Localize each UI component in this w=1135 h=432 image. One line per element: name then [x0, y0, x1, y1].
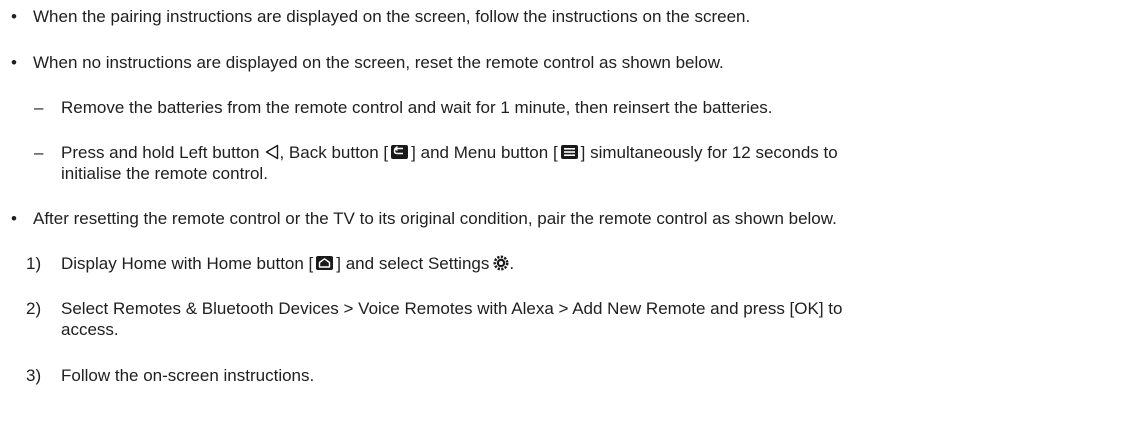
dash-text-press-hold-continued: initialise the remote control. — [61, 164, 268, 183]
bullet-text-no-instructions: When no instructions are displayed on th… — [33, 53, 724, 72]
press-hold-part-3: ] and Menu button [ — [411, 143, 558, 162]
press-hold-part-1: Press and hold Left button — [61, 143, 260, 162]
step-text-select-remotes-continued: access. — [61, 320, 119, 339]
menu-icon — [560, 145, 578, 159]
settings-gear-icon — [493, 255, 509, 276]
step1-part-2: ] and select Settings — [336, 254, 490, 273]
dash-marker: – — [34, 98, 44, 117]
dash-marker: – — [34, 143, 44, 162]
bullet-marker: • — [11, 7, 17, 26]
press-hold-part-2: , Back button [ — [279, 143, 389, 162]
dash-text-remove-batteries: Remove the batteries from the remote con… — [61, 98, 773, 117]
bullet-text-after-reset: After resetting the remote control or th… — [33, 209, 837, 228]
step-text-follow-instructions: Follow the on-screen instructions. — [61, 366, 315, 385]
press-hold-part-4: ] simultaneously for 12 seconds to — [580, 143, 838, 162]
bullet-marker: • — [11, 209, 17, 228]
document-page: { "items": { "b1": "When the pairing ins… — [0, 0, 1135, 432]
dash-text-press-hold: Press and hold Left button , Back button … — [61, 143, 838, 165]
step-text-display-home: Display Home with Home button [ ] and sel… — [61, 254, 514, 276]
step1-part-3: . — [509, 254, 515, 273]
back-icon — [391, 145, 409, 159]
step-text-select-remotes: Select Remotes & Bluetooth Devices > Voi… — [61, 299, 843, 318]
left-triangle-icon — [265, 144, 279, 165]
bullet-text-pairing-displayed: When the pairing instructions are displa… — [33, 7, 751, 26]
step-number-3: 3) — [26, 366, 42, 385]
bullet-marker: • — [11, 53, 17, 72]
step-number-2: 2) — [26, 299, 42, 318]
home-icon — [316, 256, 334, 270]
step-number-1: 1) — [26, 254, 42, 273]
step1-part-1: Display Home with Home button [ — [61, 254, 314, 273]
